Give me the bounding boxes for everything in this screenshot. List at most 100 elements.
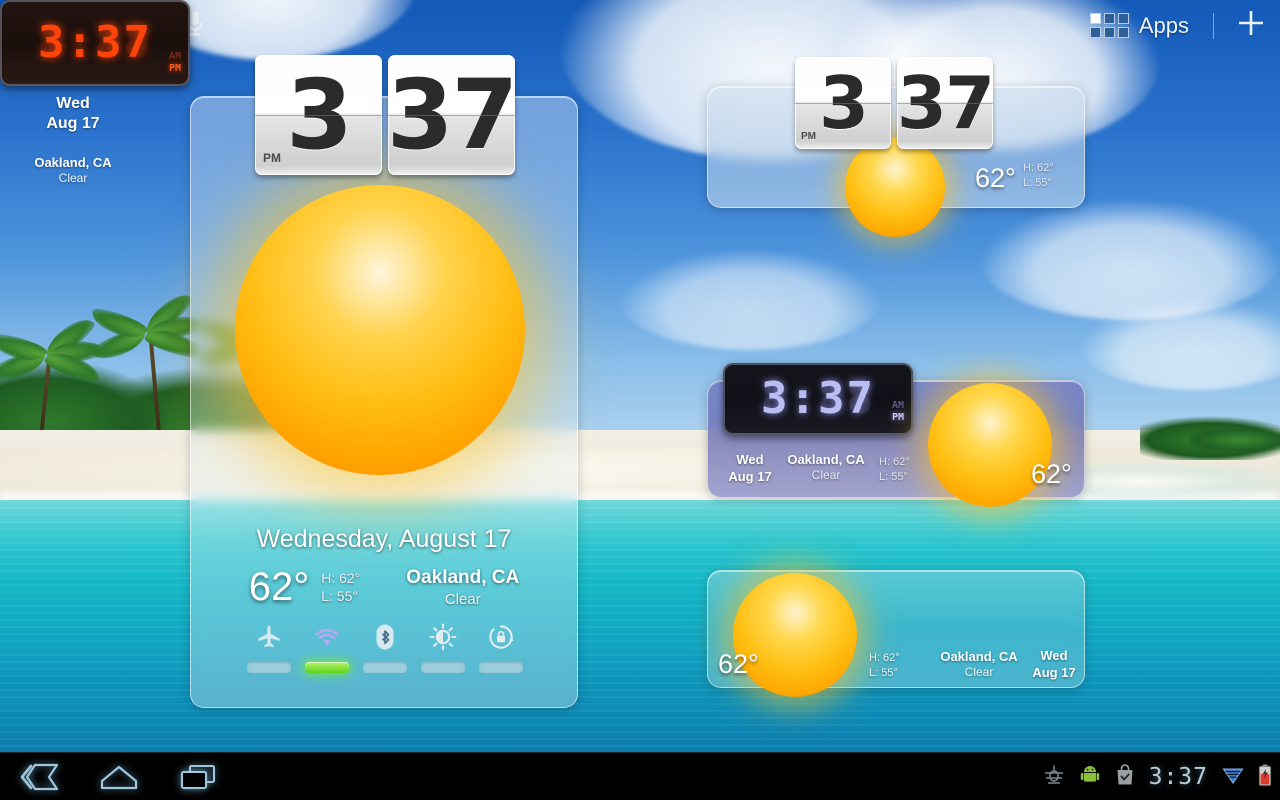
brightness-icon (421, 621, 465, 653)
cloud (620, 250, 880, 350)
day-short: Wed (1040, 648, 1068, 663)
high-low-temperature: H: 62° L: 55° (879, 455, 910, 486)
system-bar: 3:37 (0, 752, 1280, 800)
status-tray[interactable]: 3:37 (1043, 753, 1272, 800)
battery-icon[interactable] (1258, 764, 1272, 791)
lcd-time: 3:37 (761, 373, 875, 424)
status-time[interactable]: 3:37 (1149, 764, 1208, 790)
high-low-temperature: H: 62° L: 55° (1023, 161, 1054, 191)
lcd-clock-red[interactable]: 8:88 3:37 AM PM (0, 0, 190, 86)
market-bag-icon[interactable] (1115, 763, 1135, 791)
clock-ampm: PM (801, 131, 816, 142)
widget-date-full: Wednesday, August 17 (256, 525, 512, 553)
clock-hour: 3 (286, 59, 353, 171)
flip-clock-small[interactable]: 3 PM 37 (795, 57, 993, 149)
widget2-date: Wed Aug 17 (18, 94, 128, 134)
low-temperature: L: 55° (879, 471, 908, 484)
android-robot-icon[interactable] (1079, 764, 1101, 791)
city-name: Oakland, CA (787, 452, 865, 467)
weather-condition: Clear (811, 468, 841, 482)
widget2-location: Oakland, CA Clear (18, 155, 128, 185)
city-name: Oakland, CA (34, 155, 112, 170)
widget3-date: Wed Aug 17 (717, 452, 783, 486)
sun-icon (235, 185, 525, 475)
widget4-location: Oakland, CA Clear (930, 649, 1028, 679)
usb-debug-icon[interactable] (1043, 764, 1065, 791)
city-name: Oakland, CA (406, 567, 520, 588)
bluetooth-icon (363, 621, 407, 653)
apps-button-label[interactable]: Apps (1139, 13, 1189, 39)
home-button[interactable] (79, 753, 158, 800)
current-temperature: 62° (718, 649, 759, 679)
am-label: AM (891, 400, 904, 411)
city-name: Oakland, CA (940, 649, 1018, 664)
high-temperature: H: 62° (879, 456, 910, 468)
recent-apps-icon (180, 764, 215, 790)
lcd-clock-blue[interactable]: 8:88 3:37 AM PM (723, 363, 913, 435)
lcd-clock-red-wrap[interactable]: 8:88 3:37 AM PM (0, 0, 190, 86)
distant-island (1190, 418, 1280, 454)
weather-condition: Clear (964, 665, 994, 679)
weather-condition: Clear (58, 171, 88, 185)
low-temperature: L: 55° (869, 667, 898, 680)
sun-icon (845, 137, 945, 237)
high-low-temperature: H: 62° L: 55° (321, 570, 360, 605)
home-icon (100, 765, 137, 790)
widget4-date: Wed Aug 17 (1026, 648, 1082, 682)
wifi-signal-icon[interactable] (1222, 765, 1244, 790)
recent-apps-button[interactable] (158, 753, 237, 800)
toggle-state-bar (479, 662, 523, 673)
clock-minute: 37 (388, 59, 515, 171)
apps-grid-icon[interactable] (1089, 13, 1129, 38)
low-temperature: L: 55° (321, 587, 358, 604)
toggle-wifi[interactable] (305, 621, 349, 673)
toggle-airplane-mode[interactable] (247, 621, 291, 673)
day-short: Wed (736, 452, 764, 467)
flip-card-minute: 37 (388, 55, 515, 175)
widget-weather-row: 62° H: 62° L: 55° Oakland, CA Clear (191, 565, 577, 610)
pm-label: PM (168, 62, 181, 74)
rotation-lock-icon (479, 621, 523, 653)
clock-ampm: PM (263, 151, 281, 165)
clock-minute: 37 (897, 61, 993, 145)
quick-toggles (247, 621, 523, 673)
lcd-ampm-indicator: AM PM (892, 400, 904, 423)
am-label: AM (168, 51, 181, 62)
pm-label: PM (891, 411, 904, 423)
toggle-state-bar (363, 662, 407, 673)
toggle-bluetooth[interactable] (363, 621, 407, 673)
high-low-temperature: H: 62° L: 55° (869, 651, 900, 682)
month-day: Aug 17 (728, 468, 772, 484)
lcd-time: 3:37 (38, 17, 152, 68)
apps-area: Apps (1089, 8, 1266, 43)
widget3-location: Oakland, CA Clear (785, 452, 867, 482)
wifi-icon (305, 621, 349, 653)
high-temperature: H: 62° (321, 570, 361, 586)
month-day: Aug 17 (46, 115, 100, 132)
toggle-state-bar (305, 662, 349, 673)
weather-clock-widget-large[interactable]: Wednesday, August 17 62° H: 62° L: 55° O… (190, 96, 578, 708)
weather-condition: Clear (444, 591, 481, 608)
toggle-brightness[interactable] (421, 621, 465, 673)
current-temperature: 62° (1031, 459, 1072, 489)
toggle-rotation-lock[interactable] (479, 621, 523, 673)
low-temperature: L: 55° (1023, 176, 1052, 189)
flip-card-hour: 3 PM (255, 55, 382, 175)
flip-card-minute: 37 (897, 57, 993, 149)
high-temperature: H: 62° (1023, 162, 1054, 174)
current-temperature: 62° (975, 163, 1016, 193)
plus-icon[interactable] (1236, 8, 1266, 43)
navigation-buttons (0, 753, 237, 800)
high-temperature: H: 62° (869, 652, 900, 664)
clock-hour: 3 (818, 61, 869, 145)
back-button[interactable] (0, 753, 79, 800)
location-block: Oakland, CA Clear (406, 567, 519, 608)
lcd-ampm-indicator: AM PM (169, 51, 181, 74)
day-short: Wed (56, 95, 90, 112)
airplane-icon (247, 621, 291, 653)
divider (1213, 12, 1214, 39)
top-bar: Google Apps (0, 0, 1280, 56)
flip-clock-large[interactable]: 3 PM 37 (255, 55, 515, 175)
toggle-state-bar (247, 662, 291, 673)
back-icon (20, 763, 58, 791)
